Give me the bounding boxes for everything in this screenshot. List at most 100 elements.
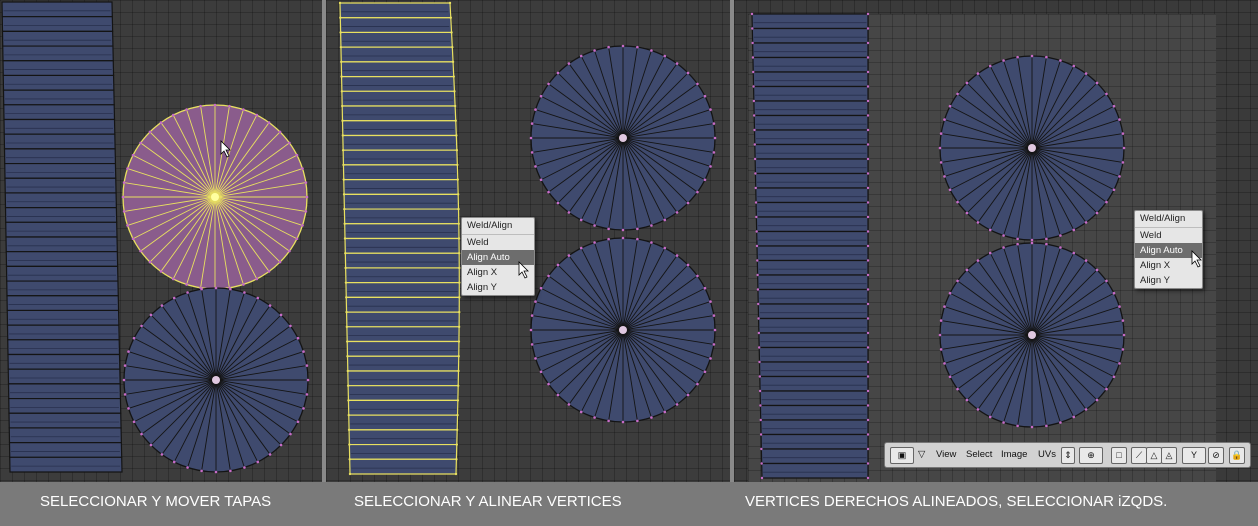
uv-strip-1[interactable] xyxy=(1,1,123,473)
uv-vertex[interactable] xyxy=(1030,241,1034,245)
uv-face[interactable] xyxy=(342,134,458,151)
uv-vertex[interactable] xyxy=(866,201,870,204)
uv-vertex[interactable] xyxy=(696,82,699,86)
uv-face[interactable] xyxy=(9,456,123,473)
uv-face[interactable] xyxy=(755,216,869,233)
uv-vertex[interactable] xyxy=(306,378,310,382)
uv-vertex[interactable] xyxy=(348,458,351,461)
uv-face[interactable] xyxy=(4,192,117,209)
uv-face[interactable] xyxy=(345,311,460,328)
uv-vertex[interactable] xyxy=(556,263,560,267)
uv-vertex[interactable] xyxy=(529,328,533,332)
uv-vertex[interactable] xyxy=(534,108,537,111)
uv-face[interactable] xyxy=(1,30,114,47)
uv-vertex[interactable] xyxy=(866,331,870,335)
uv-vertex[interactable] xyxy=(675,403,679,406)
uv-vertex[interactable] xyxy=(454,472,458,476)
uv-vertex[interactable] xyxy=(663,246,667,250)
uv-vertex[interactable] xyxy=(696,382,699,386)
uv-vertex[interactable] xyxy=(866,389,870,393)
uv-vertex[interactable] xyxy=(1112,188,1116,192)
uv-vertex[interactable] xyxy=(621,420,625,424)
uv-vertex[interactable] xyxy=(185,283,188,286)
uv-vertex[interactable] xyxy=(650,416,653,419)
uv-face[interactable] xyxy=(341,120,457,137)
uv-vertex[interactable] xyxy=(243,466,246,469)
uv-vertex[interactable] xyxy=(160,453,164,456)
uv-vertex[interactable] xyxy=(344,266,347,270)
uv-face[interactable] xyxy=(4,207,118,223)
uv-vertex[interactable] xyxy=(229,469,232,473)
uv-vertex[interactable] xyxy=(171,113,175,117)
uv-vertex[interactable] xyxy=(346,384,350,387)
uv-vertex[interactable] xyxy=(758,360,761,364)
uv-vertex[interactable] xyxy=(339,16,342,19)
uv-vertex[interactable] xyxy=(751,56,755,59)
uv-vertex[interactable] xyxy=(965,268,969,272)
uv-vertex[interactable] xyxy=(341,148,345,152)
uv-vertex[interactable] xyxy=(1084,221,1088,224)
uv-vertex[interactable] xyxy=(866,85,870,88)
weld-align-menu[interactable]: Weld/Align Weld Align Auto Align X Align… xyxy=(461,217,535,296)
uv-vertex[interactable] xyxy=(343,237,347,240)
uv-vertex[interactable] xyxy=(696,274,699,278)
uv-face[interactable] xyxy=(752,71,869,88)
uv-vertex[interactable] xyxy=(593,241,596,244)
uv-face[interactable] xyxy=(756,230,869,247)
uv-vertex[interactable] xyxy=(139,249,142,253)
uv-vertex[interactable] xyxy=(866,462,870,465)
uv-vertex[interactable] xyxy=(948,291,952,295)
uv-vertex[interactable] xyxy=(121,195,125,199)
uv-vertex[interactable] xyxy=(567,62,571,65)
uv-vertex[interactable] xyxy=(866,476,870,480)
uv-vertex[interactable] xyxy=(757,302,760,306)
uv-vertex[interactable] xyxy=(457,252,461,255)
uv-vertex[interactable] xyxy=(123,364,127,367)
uv-vertex[interactable] xyxy=(709,357,712,360)
lock-button[interactable]: 🔒 xyxy=(1229,447,1245,464)
uv-vertex[interactable] xyxy=(1016,237,1019,241)
uv-vertex[interactable] xyxy=(278,260,282,264)
uv-vertex[interactable] xyxy=(160,304,164,307)
uv-vertex[interactable] xyxy=(712,151,716,154)
uv-vertex[interactable] xyxy=(1045,55,1048,59)
uv-vertex[interactable] xyxy=(607,419,610,423)
uv-vertex[interactable] xyxy=(866,288,870,291)
uv-vertex[interactable] xyxy=(556,71,560,75)
uv-vertex[interactable] xyxy=(172,460,176,464)
uv-vertex[interactable] xyxy=(1072,415,1076,419)
uv-vertex[interactable] xyxy=(348,472,352,476)
uv-vertex[interactable] xyxy=(579,410,583,414)
uv-face[interactable] xyxy=(343,193,460,210)
uv-vertex[interactable] xyxy=(866,360,870,364)
uv-vertex[interactable] xyxy=(213,103,217,107)
uv-vertex[interactable] xyxy=(866,302,870,306)
uv-disc-selected[interactable] xyxy=(121,103,309,291)
uv-vertex[interactable] xyxy=(288,249,291,253)
uv-vertex[interactable] xyxy=(186,291,189,294)
uv-vertex[interactable] xyxy=(305,364,309,367)
uv-face[interactable] xyxy=(755,187,869,204)
uv-vertex[interactable] xyxy=(457,222,460,225)
uv-center-vertex[interactable] xyxy=(211,193,219,201)
uv-vertex[interactable] xyxy=(956,279,959,283)
uv-vertex[interactable] xyxy=(148,260,152,264)
uv-disc-bottom[interactable] xyxy=(938,241,1126,429)
menu-item-align-y[interactable]: Align Y xyxy=(462,280,534,295)
uv-vertex[interactable] xyxy=(1105,387,1108,391)
uv-vertex[interactable] xyxy=(866,375,870,378)
uv-face[interactable] xyxy=(345,282,460,298)
uv-vertex[interactable] xyxy=(556,393,560,397)
uv-vertex[interactable] xyxy=(301,224,304,227)
uv-editor-panel-1[interactable] xyxy=(0,0,322,482)
uv-vertex[interactable] xyxy=(547,274,550,278)
uv-vertex[interactable] xyxy=(457,207,460,211)
uv-vertex[interactable] xyxy=(752,70,755,74)
uv-vertex[interactable] xyxy=(451,45,454,49)
uv-vertex[interactable] xyxy=(752,99,756,103)
uv-face[interactable] xyxy=(760,419,869,436)
uv-vertex[interactable] xyxy=(305,195,309,199)
uv-vertex[interactable] xyxy=(650,241,653,244)
uv-vertex[interactable] xyxy=(1121,319,1125,322)
uv-vertex[interactable] xyxy=(304,181,308,184)
